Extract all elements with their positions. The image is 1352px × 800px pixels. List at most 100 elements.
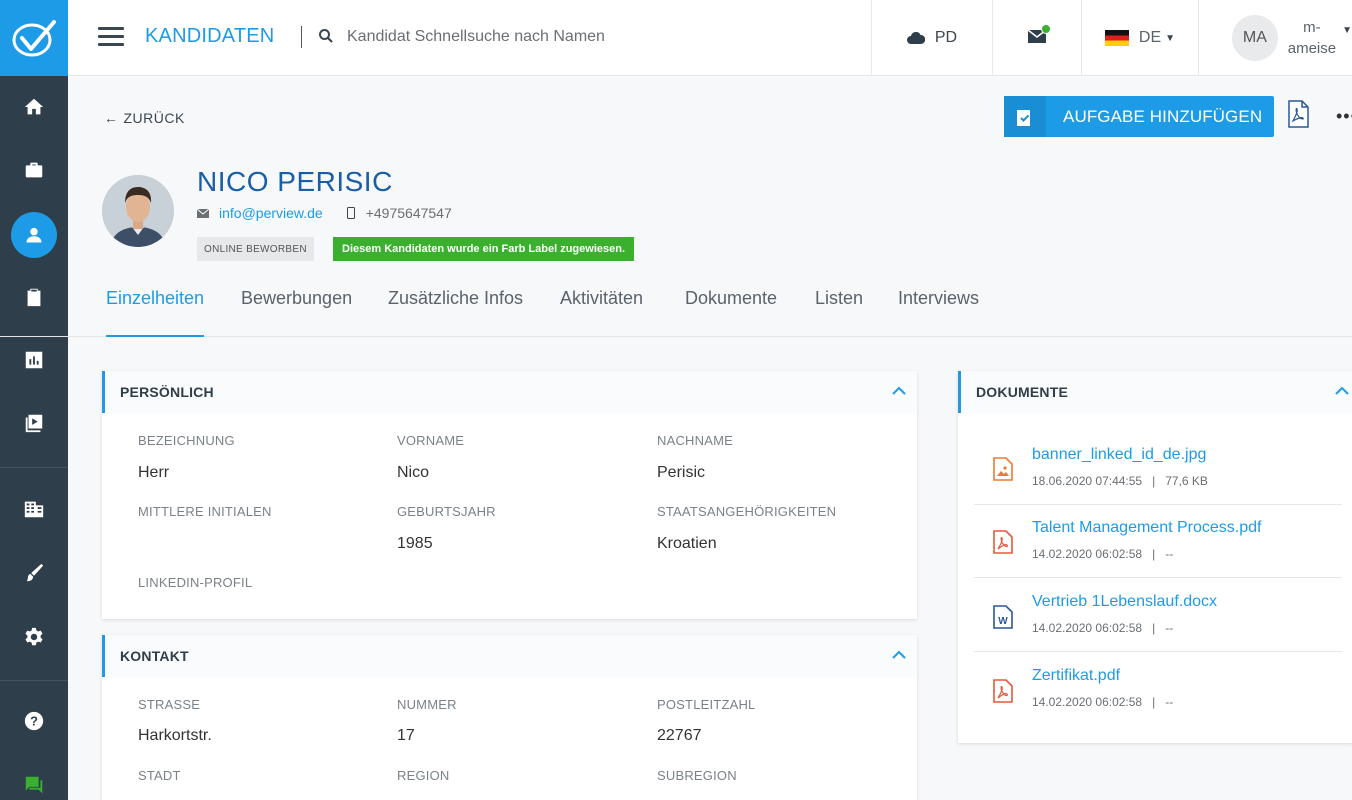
sidebar: ? — [0, 0, 68, 800]
building-icon — [24, 501, 44, 518]
cloud-icon — [906, 32, 925, 44]
field-value: Kroatien — [657, 535, 717, 552]
bar-chart-icon — [25, 351, 43, 369]
nav-active-indicator — [11, 212, 57, 258]
nav-reports[interactable] — [0, 335, 68, 385]
document-date: 14.02.2020 06:02:58 — [1032, 621, 1143, 635]
tab-dokumente[interactable]: Dokumente — [685, 283, 777, 323]
flag-de-icon — [1104, 30, 1129, 46]
candidate-photo — [102, 175, 174, 247]
document-meta: 14.02.2020 06:02:58 | -- — [1032, 547, 1174, 561]
chevron-up-icon[interactable] — [891, 647, 907, 663]
document-size: 77,6 KB — [1165, 474, 1208, 488]
document-item[interactable]: W Vertrieb 1Lebenslauf.docx 14.02.2020 0… — [958, 577, 1342, 650]
svg-text:?: ? — [30, 714, 38, 729]
caret-down-icon: ▼ — [1165, 32, 1176, 44]
document-item[interactable]: banner_linked_id_de.jpg 18.06.2020 07:44… — [958, 431, 1342, 504]
documents-card-title: DOKUMENTE — [976, 384, 1069, 400]
contact-card-title: KONTAKT — [120, 648, 189, 664]
notification-dot — [1041, 23, 1051, 34]
field-label: STADT — [138, 768, 181, 783]
document-meta: 14.02.2020 06:02:58 | -- — [1032, 695, 1174, 709]
personal-card-title: PERSÖNLICH — [120, 384, 214, 400]
tab-bewerbungen[interactable]: Bewerbungen — [241, 283, 352, 323]
document-date: 18.06.2020 07:44:55 — [1032, 474, 1143, 488]
pdf-file-icon — [993, 679, 1013, 703]
mail-icon — [197, 208, 209, 218]
document-name[interactable]: Vertrieb 1Lebenslauf.docx — [1032, 593, 1217, 611]
document-item[interactable]: Zertifikat.pdf 14.02.2020 06:02:58 | -- — [958, 651, 1342, 724]
chevron-up-icon[interactable] — [891, 383, 907, 399]
nav-companies[interactable] — [0, 484, 68, 534]
field-value: Nico — [397, 464, 430, 481]
media-library-icon — [25, 414, 43, 433]
briefcase-icon — [25, 162, 43, 178]
tab-einzelheiten[interactable]: Einzelheiten — [106, 283, 205, 337]
documents-card-header[interactable]: DOKUMENTE — [958, 371, 1352, 413]
document-item[interactable]: Talent Management Process.pdf 14.02.2020… — [958, 504, 1342, 577]
nav-home[interactable] — [0, 82, 68, 132]
back-label: ZURÜCK — [123, 110, 185, 126]
contact-card: KONTAKT STRASSE Harkortstr. NUMMER 17 PO… — [102, 635, 917, 800]
nav-help[interactable]: ? — [0, 696, 68, 746]
brush-icon — [26, 563, 44, 582]
language-dropdown[interactable]: DE ▼ — [1081, 0, 1198, 76]
chevron-up-icon[interactable] — [1334, 383, 1350, 399]
pdf-file-icon — [993, 530, 1013, 554]
nav-media[interactable] — [0, 398, 68, 448]
more-options-icon[interactable]: ••• — [1336, 106, 1352, 127]
top-bar: KANDIDATEN PD DE ▼ MA m- ameise ▼ — [68, 0, 1352, 76]
user-name-line1: m- — [1303, 19, 1321, 36]
settings-icon — [25, 627, 43, 646]
documents-card: DOKUMENTE banner_linked_id_de.jpg 18.06.… — [958, 371, 1352, 743]
nav-design[interactable] — [0, 548, 68, 598]
caret-down-icon: ▼ — [1342, 24, 1352, 36]
menu-icon[interactable] — [98, 27, 124, 47]
field-label: NACHNAME — [657, 433, 733, 448]
nav-divider — [0, 680, 68, 681]
user-icon — [26, 227, 42, 243]
title-divider — [301, 26, 302, 48]
document-size: -- — [1165, 695, 1174, 709]
document-size: -- — [1165, 621, 1174, 635]
messages-button[interactable] — [992, 0, 1081, 76]
phone-number: +4975647547 — [365, 205, 452, 221]
tab-zusaetzliche-infos[interactable]: Zusätzliche Infos — [388, 283, 523, 323]
user-menu[interactable]: MA m- ameise ▼ — [1198, 0, 1352, 76]
tab-bar: Einzelheiten Bewerbungen Zusätzliche Inf… — [0, 283, 1352, 337]
email-link[interactable]: info@perview.de — [219, 205, 323, 221]
document-size: -- — [1165, 547, 1174, 561]
personal-card: PERSÖNLICH BEZEICHNUNG Herr VORNAME Nico… — [102, 371, 917, 619]
document-name[interactable]: Zertifikat.pdf — [1032, 667, 1120, 685]
document-name[interactable]: banner_linked_id_de.jpg — [1032, 446, 1206, 464]
mail-icon — [1027, 23, 1051, 48]
add-task-button[interactable]: AUFGABE HINZUFÜGEN — [1004, 96, 1274, 137]
pd-button[interactable]: PD — [871, 0, 992, 76]
nav-settings[interactable] — [0, 612, 68, 662]
search-input[interactable] — [347, 26, 647, 48]
tab-interviews[interactable]: Interviews — [898, 283, 979, 323]
help-icon: ? — [24, 711, 44, 731]
color-label-badge: Diesem Kandidaten wurde ein Farb Label z… — [333, 237, 635, 261]
tab-aktivitaeten[interactable]: Aktivitäten — [560, 283, 643, 323]
document-meta: 14.02.2020 06:02:58 | -- — [1032, 621, 1174, 635]
back-link[interactable]: ← ZURÜCK — [104, 110, 185, 126]
document-name[interactable]: Talent Management Process.pdf — [1032, 519, 1261, 537]
field-label: VORNAME — [397, 433, 465, 448]
nav-jobs[interactable] — [0, 145, 68, 195]
pdf-export-icon[interactable] — [1287, 100, 1309, 128]
language-label: DE — [1138, 29, 1162, 46]
contact-card-header[interactable]: KONTAKT — [102, 635, 917, 677]
field-label: LINKEDIN-PROFIL — [138, 575, 253, 590]
document-meta: 18.06.2020 07:44:55 | 77,6 KB — [1032, 474, 1208, 488]
tab-listen[interactable]: Listen — [815, 283, 863, 323]
image-file-icon — [993, 457, 1013, 481]
nav-candidates[interactable] — [0, 210, 68, 260]
field-label: STAATSANGEHÖRIGKEITEN — [657, 504, 837, 519]
app-logo[interactable] — [0, 0, 68, 76]
field-label: MITTLERE INITIALEN — [138, 504, 272, 519]
personal-card-header[interactable]: PERSÖNLICH — [102, 371, 917, 413]
nav-chat[interactable] — [0, 760, 68, 800]
chat-icon — [25, 776, 43, 794]
field-label: BEZEICHNUNG — [138, 433, 235, 448]
